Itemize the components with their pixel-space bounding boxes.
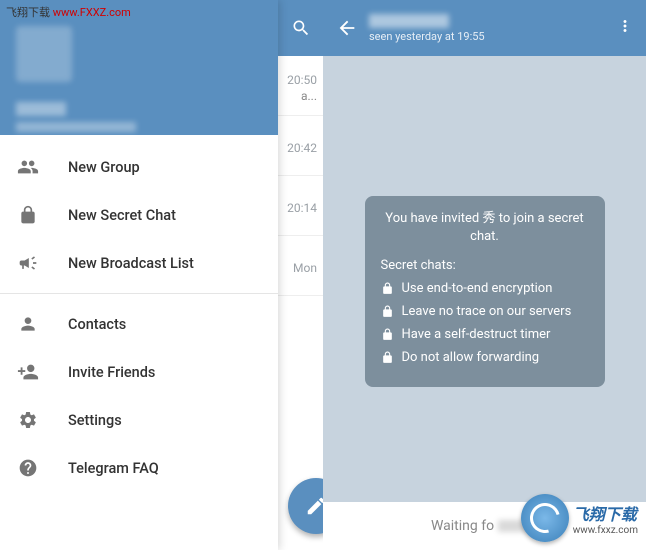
lock-icon	[381, 282, 394, 295]
chat-list-item[interactable]: 20:14	[278, 176, 323, 236]
arrow-left-icon	[336, 17, 358, 39]
search-bar[interactable]	[278, 0, 323, 56]
more-button[interactable]	[616, 17, 636, 39]
menu-label: Invite Friends	[68, 364, 155, 381]
menu-new-group[interactable]: New Group	[0, 143, 278, 191]
user-avatar[interactable]	[16, 26, 72, 82]
person-add-icon	[16, 360, 40, 384]
secret-features: Use end-to-end encryption Leave no trace…	[381, 281, 589, 365]
menu-label: New Secret Chat	[68, 207, 176, 224]
secret-subtitle: Secret chats:	[381, 258, 589, 273]
menu-new-secret-chat[interactable]: New Secret Chat	[0, 191, 278, 239]
last-seen-label: seen yesterday at 19:55	[369, 30, 616, 43]
group-icon	[16, 155, 40, 179]
menu-new-broadcast[interactable]: New Broadcast List	[0, 239, 278, 287]
menu-contacts[interactable]: Contacts	[0, 300, 278, 348]
menu-label: New Broadcast List	[68, 255, 194, 272]
back-button[interactable]	[333, 17, 361, 39]
feature-item: Do not allow forwarding	[381, 350, 589, 365]
chat-list-item[interactable]: 20:42	[278, 116, 323, 176]
user-phone	[16, 122, 136, 132]
watermark-corner: 飞翔下载 www.fxxz.com	[521, 494, 638, 542]
menu-label: Telegram FAQ	[68, 460, 159, 477]
lock-icon	[381, 351, 394, 364]
chat-list-item[interactable]: 20:50a...	[278, 56, 323, 116]
menu-settings[interactable]: Settings	[0, 396, 278, 444]
lock-icon	[381, 328, 394, 341]
more-vert-icon	[616, 17, 634, 35]
menu-invite-friends[interactable]: Invite Friends	[0, 348, 278, 396]
chat-header: seen yesterday at 19:55	[323, 0, 646, 56]
feature-item: Use end-to-end encryption	[381, 281, 589, 296]
megaphone-icon	[16, 251, 40, 275]
chat-contact-name	[369, 14, 449, 28]
feature-item: Have a self-destruct timer	[381, 327, 589, 342]
chat-list-item[interactable]: Mon	[278, 236, 323, 296]
menu-label: Contacts	[68, 316, 126, 333]
search-icon	[291, 18, 311, 38]
menu-label: Settings	[68, 412, 122, 429]
logo-icon	[521, 494, 569, 542]
drawer-header	[0, 0, 278, 135]
secret-chat-panel: seen yesterday at 19:55 You have invited…	[323, 0, 646, 550]
menu-label: New Group	[68, 159, 140, 176]
navigation-drawer: New Group New Secret Chat New Broadcast …	[0, 0, 278, 550]
user-name	[16, 102, 66, 116]
person-icon	[16, 312, 40, 336]
waiting-label: Waiting fo	[431, 518, 494, 534]
help-icon	[16, 456, 40, 480]
lock-icon	[381, 305, 394, 318]
chat-body: You have invited 秀 to join a secret chat…	[323, 56, 646, 502]
menu-divider	[0, 293, 278, 294]
chat-title-area[interactable]: seen yesterday at 19:55	[361, 14, 616, 43]
feature-item: Leave no trace on our servers	[381, 304, 589, 319]
watermark-top: 飞翔下载 www.FXXZ.com	[6, 4, 131, 20]
secret-chat-info: You have invited 秀 to join a secret chat…	[365, 196, 605, 387]
invite-message: You have invited 秀 to join a secret chat…	[381, 210, 589, 246]
drawer-menu: New Group New Secret Chat New Broadcast …	[0, 135, 278, 500]
gear-icon	[16, 408, 40, 432]
chat-list-strip: 20:50a... 20:42 20:14 Mon	[278, 0, 323, 550]
menu-faq[interactable]: Telegram FAQ	[0, 444, 278, 492]
lock-icon	[16, 203, 40, 227]
